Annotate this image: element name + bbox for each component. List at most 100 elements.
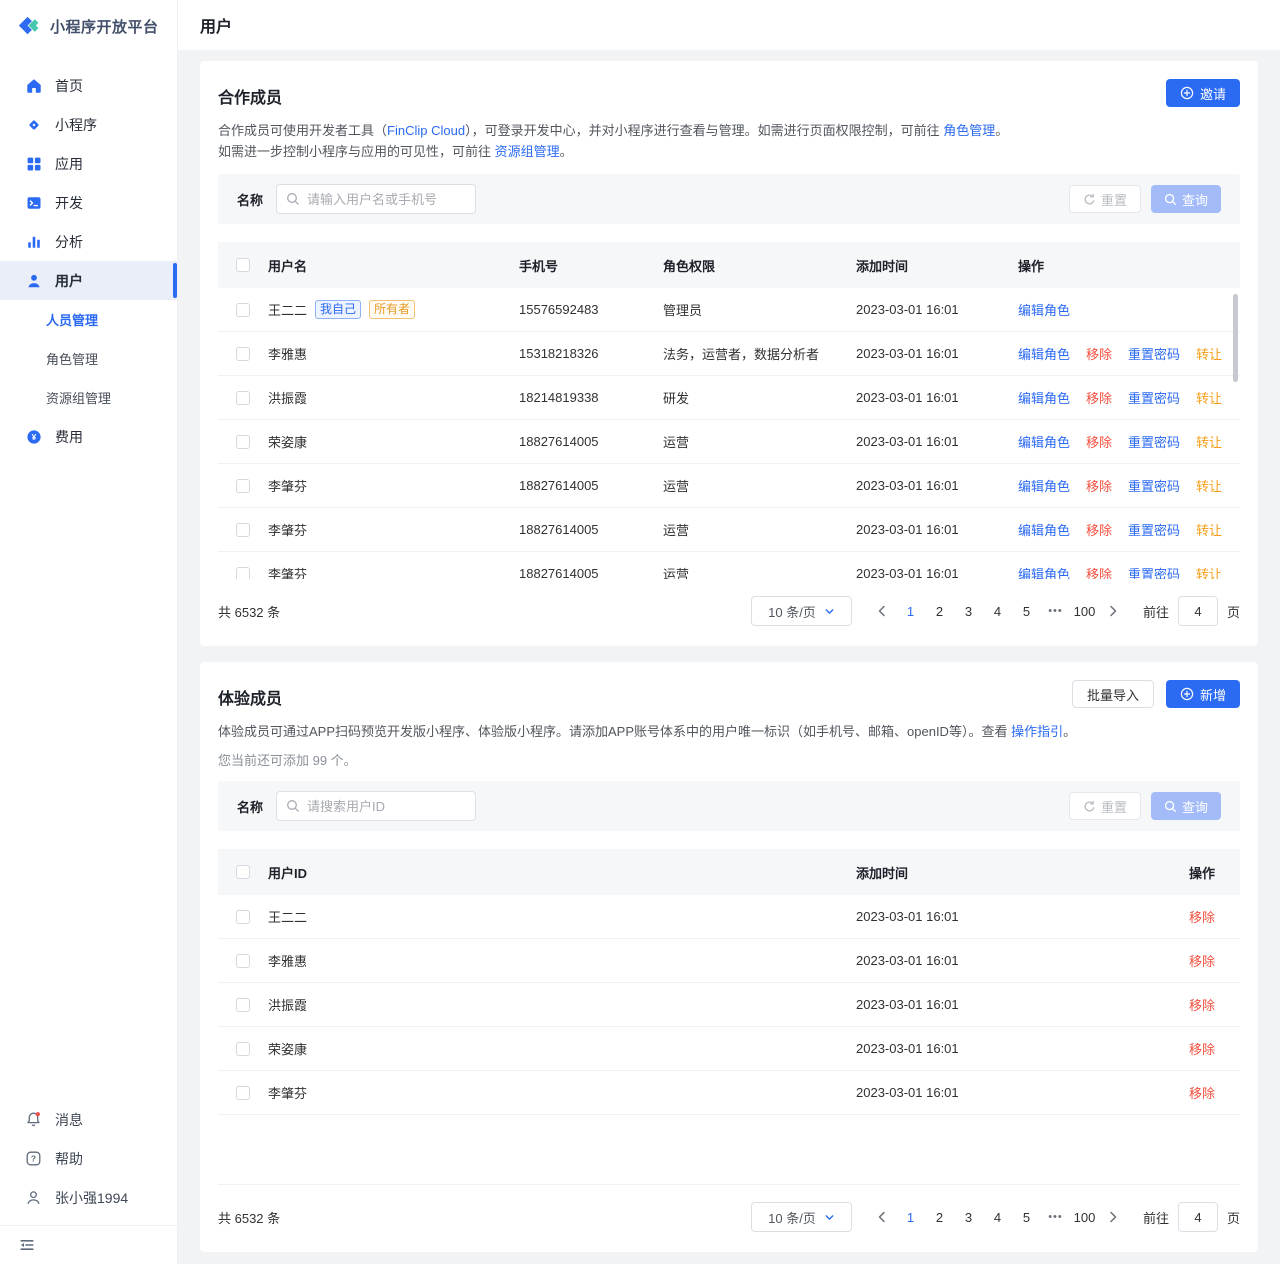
page-number-1[interactable]: 1 <box>896 604 925 619</box>
edit-role-link[interactable]: 编辑角色 <box>1018 344 1070 363</box>
sidebar-item-apps[interactable]: 应用 <box>0 144 177 183</box>
remove-link[interactable]: 移除 <box>1189 998 1215 1013</box>
reset-password-link[interactable]: 重置密码 <box>1128 476 1180 495</box>
remove-link[interactable]: 移除 <box>1189 954 1215 969</box>
transfer-link[interactable]: 转让 <box>1196 388 1222 407</box>
edit-role-link[interactable]: 编辑角色 <box>1018 520 1070 539</box>
page-number-100[interactable]: 100 <box>1070 1210 1099 1225</box>
row-checkbox[interactable] <box>236 303 250 317</box>
row-checkbox[interactable] <box>236 954 250 968</box>
reset-password-link[interactable]: 重置密码 <box>1128 388 1180 407</box>
page-number-4[interactable]: 4 <box>983 1210 1012 1225</box>
sidebar-subitem-personnel[interactable]: 人员管理 <box>0 300 177 339</box>
experience-query-button[interactable]: 查询 <box>1151 792 1221 820</box>
add-button[interactable]: 新增 <box>1166 680 1240 708</box>
page-number-2[interactable]: 2 <box>925 604 954 619</box>
edit-role-link[interactable]: 编辑角色 <box>1018 432 1070 451</box>
row-checkbox[interactable] <box>236 435 250 449</box>
row-checkbox[interactable] <box>236 523 250 537</box>
sidebar-item-account[interactable]: 张小强1994 <box>0 1178 177 1217</box>
page-size-select[interactable]: 10 条/页 <box>751 596 852 626</box>
page-number-5[interactable]: 5 <box>1012 1210 1041 1225</box>
sidebar-collapse-button[interactable] <box>0 1226 177 1264</box>
edit-role-link[interactable]: 编辑角色 <box>1018 388 1070 407</box>
remove-link[interactable]: 移除 <box>1189 1086 1215 1101</box>
sidebar-item-miniprogram[interactable]: 小程序 <box>0 105 177 144</box>
next-page-button[interactable] <box>1099 1211 1127 1223</box>
sidebar-subitem-roles[interactable]: 角色管理 <box>0 339 177 378</box>
row-checkbox[interactable] <box>236 391 250 405</box>
sidebar-item-dev[interactable]: 开发 <box>0 183 177 222</box>
select-all-checkbox[interactable] <box>236 865 250 879</box>
experience-search-box <box>276 791 476 821</box>
operation-guide-link[interactable]: 操作指引 <box>1011 724 1063 739</box>
invite-button[interactable]: 邀请 <box>1166 79 1240 107</box>
role-management-link[interactable]: 角色管理 <box>943 123 995 138</box>
reset-password-link[interactable]: 重置密码 <box>1128 520 1180 539</box>
transfer-link[interactable]: 转让 <box>1196 476 1222 495</box>
added-time-cell: 2023-03-01 16:01 <box>856 909 1090 924</box>
row-checkbox[interactable] <box>236 479 250 493</box>
roles-cell: 研发 <box>663 388 856 407</box>
reset-password-link[interactable]: 重置密码 <box>1128 564 1180 579</box>
finclip-cloud-link[interactable]: FinClip Cloud <box>387 123 465 138</box>
remove-link[interactable]: 移除 <box>1086 564 1112 579</box>
row-checkbox[interactable] <box>236 910 250 924</box>
remove-link[interactable]: 移除 <box>1086 432 1112 451</box>
transfer-link[interactable]: 转让 <box>1196 520 1222 539</box>
remove-link[interactable]: 移除 <box>1086 520 1112 539</box>
edit-role-link[interactable]: 编辑角色 <box>1018 300 1070 319</box>
edit-role-link[interactable]: 编辑角色 <box>1018 564 1070 579</box>
page-size-select[interactable]: 10 条/页 <box>751 1202 852 1232</box>
page-number-100[interactable]: 100 <box>1070 604 1099 619</box>
remove-link[interactable]: 移除 <box>1189 910 1215 925</box>
page-number-3[interactable]: 3 <box>954 604 983 619</box>
remove-link[interactable]: 移除 <box>1086 388 1112 407</box>
logo[interactable]: 小程序开放平台 <box>0 0 177 50</box>
page-number-1[interactable]: 1 <box>896 1210 925 1225</box>
sidebar-subitem-resource-groups[interactable]: 资源组管理 <box>0 378 177 417</box>
remove-link[interactable]: 移除 <box>1086 344 1112 363</box>
pagination-ellipsis[interactable]: ••• <box>1041 1211 1070 1223</box>
collab-reset-button[interactable]: 重置 <box>1069 185 1141 213</box>
reset-password-link[interactable]: 重置密码 <box>1128 432 1180 451</box>
next-page-button[interactable] <box>1099 605 1127 617</box>
resource-group-link[interactable]: 资源组管理 <box>495 144 560 159</box>
sidebar-item-messages[interactable]: 消息 <box>0 1100 177 1139</box>
page-number-4[interactable]: 4 <box>983 604 1012 619</box>
row-checkbox[interactable] <box>236 1042 250 1056</box>
goto-page-input[interactable] <box>1178 1202 1218 1232</box>
prev-page-button[interactable] <box>868 605 896 617</box>
collab-query-button[interactable]: 查询 <box>1151 185 1221 213</box>
page-number-5[interactable]: 5 <box>1012 604 1041 619</box>
prev-page-button[interactable] <box>868 1211 896 1223</box>
row-checkbox[interactable] <box>236 567 250 580</box>
remove-link[interactable]: 移除 <box>1086 476 1112 495</box>
experience-search-input[interactable] <box>307 799 466 814</box>
sidebar-item-fee[interactable]: ¥ 费用 <box>0 417 177 456</box>
page-number-2[interactable]: 2 <box>925 1210 954 1225</box>
username-cell: 李肇芬 <box>268 564 519 579</box>
collab-card-head: 合作成员 邀请 <box>218 79 1240 108</box>
page-number-3[interactable]: 3 <box>954 1210 983 1225</box>
goto-page-input[interactable] <box>1178 596 1218 626</box>
table-scrollbar[interactable] <box>1233 294 1238 382</box>
remove-link[interactable]: 移除 <box>1189 1042 1215 1057</box>
transfer-link[interactable]: 转让 <box>1196 344 1222 363</box>
row-checkbox[interactable] <box>236 1086 250 1100</box>
pagination-ellipsis[interactable]: ••• <box>1041 605 1070 617</box>
transfer-link[interactable]: 转让 <box>1196 432 1222 451</box>
experience-reset-button[interactable]: 重置 <box>1069 792 1141 820</box>
transfer-link[interactable]: 转让 <box>1196 564 1222 579</box>
edit-role-link[interactable]: 编辑角色 <box>1018 476 1070 495</box>
select-all-checkbox[interactable] <box>236 258 250 272</box>
row-checkbox[interactable] <box>236 998 250 1012</box>
sidebar-item-home[interactable]: 首页 <box>0 66 177 105</box>
sidebar-item-help[interactable]: ? 帮助 <box>0 1139 177 1178</box>
collab-search-input[interactable] <box>307 192 466 207</box>
sidebar-item-analytics[interactable]: 分析 <box>0 222 177 261</box>
batch-import-button[interactable]: 批量导入 <box>1072 680 1154 708</box>
sidebar-item-users[interactable]: 用户 <box>0 261 177 300</box>
row-checkbox[interactable] <box>236 347 250 361</box>
reset-password-link[interactable]: 重置密码 <box>1128 344 1180 363</box>
